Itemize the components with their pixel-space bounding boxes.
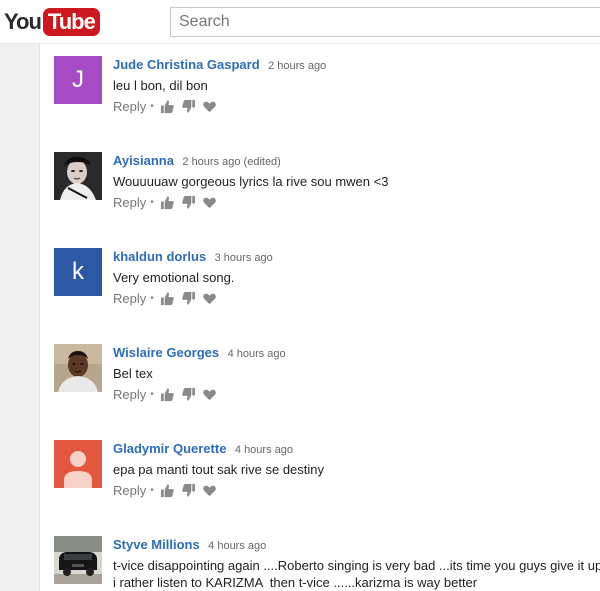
comment-timestamp[interactable]: 4 hours ago — [235, 444, 293, 456]
comment-author[interactable]: Jude Christina Gaspard — [113, 57, 260, 72]
avatar[interactable] — [54, 344, 102, 392]
reply-button[interactable]: Reply — [113, 483, 146, 498]
comment-item: k khaldun dorlus 3 hours ago Very emotio… — [54, 236, 600, 326]
comment-actions: Reply • — [113, 291, 223, 306]
reply-button[interactable]: Reply — [113, 291, 146, 306]
left-gutter — [0, 44, 40, 591]
car-photo — [54, 536, 102, 584]
comment-list: J Jude Christina Gaspard 2 hours ago leu… — [40, 44, 600, 591]
comment-text: leu l bon, dil bon — [113, 78, 208, 93]
comment-text: epa pa manti tout sak rive se destiny — [113, 462, 325, 477]
default-user-avatar — [54, 440, 102, 488]
portrait-photo-bw — [54, 152, 102, 200]
avatar[interactable]: k — [54, 248, 102, 296]
comment-author[interactable]: Gladymir Querette — [113, 441, 226, 456]
comment-item: J Jude Christina Gaspard 2 hours ago leu… — [54, 44, 600, 134]
comment-author[interactable]: khaldun dorlus — [113, 249, 206, 264]
avatar-letter: J — [54, 56, 102, 104]
comment-author[interactable]: Wislaire Georges — [113, 345, 219, 360]
comment-author[interactable]: Styve Millions — [113, 537, 200, 552]
thumbs-up-icon[interactable] — [160, 387, 175, 402]
comment-text: Very emotional song. — [113, 270, 235, 285]
comment-timestamp[interactable]: 3 hours ago — [215, 252, 273, 264]
avatar-letter: k — [54, 248, 102, 296]
heart-icon[interactable] — [202, 387, 217, 402]
thumbs-down-icon[interactable] — [181, 291, 196, 306]
separator-dot: • — [150, 293, 154, 304]
comment-timestamp[interactable]: 4 hours ago — [228, 348, 286, 360]
avatar[interactable]: J — [54, 56, 102, 104]
comment-author[interactable]: Ayisianna — [113, 153, 174, 168]
heart-icon[interactable] — [202, 99, 217, 114]
comment-actions: Reply • — [113, 99, 223, 114]
separator-dot: • — [150, 389, 154, 400]
comment-text: Wouuuuaw gorgeous lyrics la rive sou mwe… — [113, 174, 389, 189]
comment-item: Gladymir Querette 4 hours ago epa pa man… — [54, 428, 600, 518]
separator-dot: • — [150, 197, 154, 208]
thumbs-down-icon[interactable] — [181, 195, 196, 210]
thumbs-down-icon[interactable] — [181, 99, 196, 114]
thumbs-down-icon[interactable] — [181, 483, 196, 498]
search-input[interactable] — [171, 8, 600, 36]
comment-item: Ayisianna 2 hours ago (edited) Wouuuuaw … — [54, 140, 600, 230]
reply-button[interactable]: Reply — [113, 99, 146, 114]
comment-timestamp[interactable]: 2 hours ago (edited) — [182, 156, 280, 168]
avatar[interactable] — [54, 152, 102, 200]
reply-button[interactable]: Reply — [113, 195, 146, 210]
heart-icon[interactable] — [202, 291, 217, 306]
logo-tube-text: Tube — [42, 8, 100, 36]
thumbs-down-icon[interactable] — [181, 387, 196, 402]
heart-icon[interactable] — [202, 195, 217, 210]
comment-item: Styve Millions 4 hours ago t-vice disapp… — [54, 524, 600, 591]
comment-actions: Reply • — [113, 195, 223, 210]
top-bar: You Tube — [0, 0, 600, 44]
thumbs-up-icon[interactable] — [160, 483, 175, 498]
separator-dot: • — [150, 101, 154, 112]
reply-button[interactable]: Reply — [113, 387, 146, 402]
avatar[interactable] — [54, 536, 102, 584]
youtube-logo[interactable]: You Tube — [4, 7, 100, 37]
portrait-photo-color — [54, 344, 102, 392]
thumbs-up-icon[interactable] — [160, 291, 175, 306]
comment-actions: Reply • — [113, 387, 223, 402]
separator-dot: • — [150, 485, 154, 496]
comment-actions: Reply • — [113, 483, 223, 498]
comment-text: Bel tex — [113, 366, 153, 381]
search-box[interactable] — [170, 7, 600, 37]
thumbs-up-icon[interactable] — [160, 99, 175, 114]
logo-you-text: You — [4, 9, 42, 34]
comment-timestamp[interactable]: 2 hours ago — [268, 60, 326, 72]
avatar[interactable] — [54, 440, 102, 488]
thumbs-up-icon[interactable] — [160, 195, 175, 210]
heart-icon[interactable] — [202, 483, 217, 498]
comment-text: t-vice disappointing again ....Roberto s… — [113, 558, 600, 590]
comment-timestamp[interactable]: 4 hours ago — [208, 540, 266, 552]
comment-item: Wislaire Georges 4 hours ago Bel tex Rep… — [54, 332, 600, 422]
